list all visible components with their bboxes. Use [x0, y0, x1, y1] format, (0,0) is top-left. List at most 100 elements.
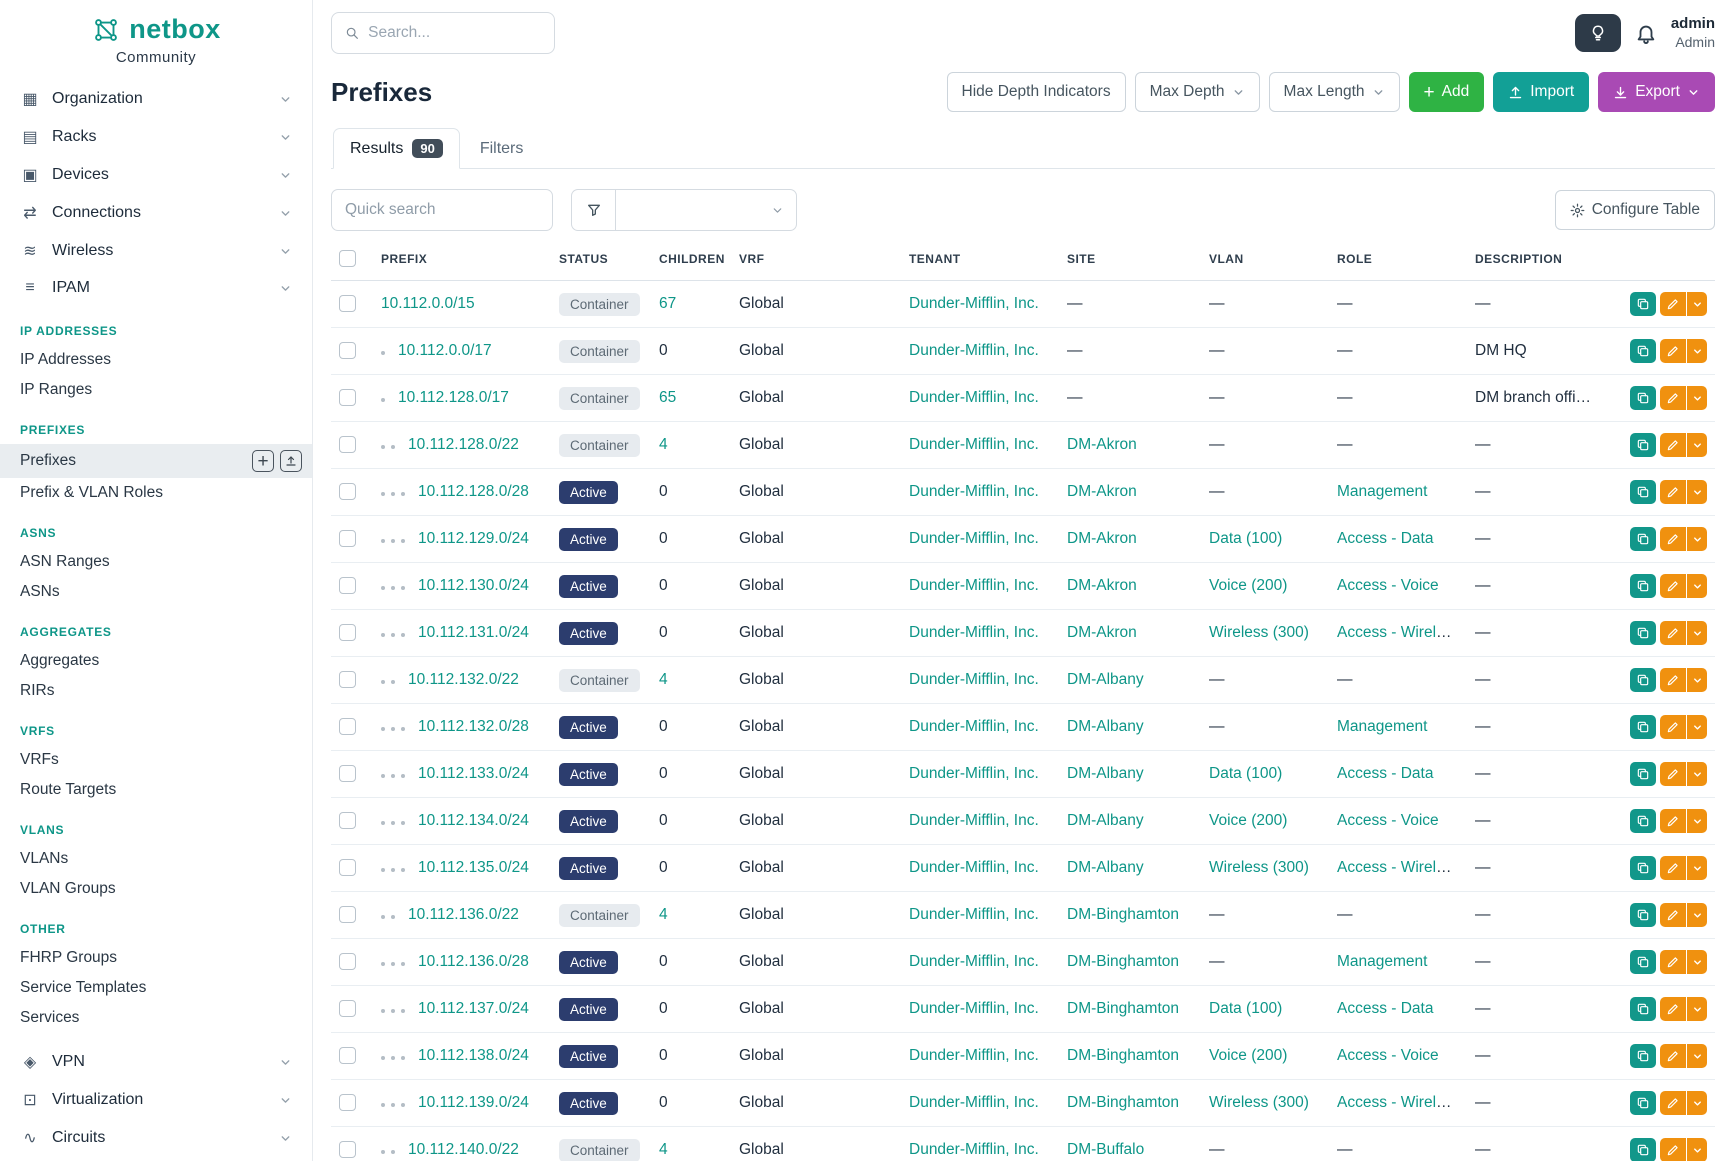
row-actions-dropdown[interactable] — [1687, 480, 1707, 504]
role-link[interactable]: Access - Wireless — [1337, 859, 1460, 876]
vlan-link[interactable]: Wireless (300) — [1209, 859, 1309, 876]
max-depth-dropdown[interactable]: Max Depth — [1135, 72, 1260, 112]
tenant-link[interactable]: Dunder-Mifflin, Inc. — [909, 577, 1039, 594]
select-all-checkbox[interactable] — [339, 250, 356, 267]
edit-button[interactable] — [1660, 527, 1686, 551]
sidebar-item-vlans[interactable]: VLANs + — [0, 844, 312, 874]
site-link[interactable]: DM-Albany — [1067, 859, 1144, 876]
prefix-link[interactable]: 10.112.133.0/24 — [418, 765, 529, 782]
sidebar-group-circuits[interactable]: ∿ Circuits — [0, 1119, 312, 1157]
row-checkbox[interactable] — [339, 718, 356, 735]
vlan-link[interactable]: Data (100) — [1209, 765, 1282, 782]
tenant-link[interactable]: Dunder-Mifflin, Inc. — [909, 1000, 1039, 1017]
copy-button[interactable] — [1630, 1091, 1656, 1115]
brand-logo[interactable]: netbox Community — [0, 14, 312, 66]
copy-button[interactable] — [1630, 292, 1656, 316]
sidebar-group-ipam[interactable]: ≡ IPAM — [0, 270, 312, 306]
sidebar-group-virtualization[interactable]: ⊡ Virtualization — [0, 1081, 312, 1119]
copy-button[interactable] — [1630, 527, 1656, 551]
role-link[interactable]: Access - Voice — [1337, 812, 1439, 829]
row-actions-dropdown[interactable] — [1687, 1138, 1707, 1161]
row-checkbox[interactable] — [339, 1094, 356, 1111]
site-link[interactable]: DM-Akron — [1067, 483, 1137, 500]
tenant-link[interactable]: Dunder-Mifflin, Inc. — [909, 342, 1039, 359]
prefix-link[interactable]: 10.112.0.0/17 — [398, 342, 492, 359]
role-link[interactable]: Access - Voice — [1337, 577, 1439, 594]
add-button[interactable]: + Add — [1409, 72, 1485, 112]
user-menu[interactable]: admin Admin — [1671, 15, 1715, 51]
vlan-link[interactable]: Wireless (300) — [1209, 1094, 1309, 1111]
prefix-link[interactable]: 10.112.128.0/17 — [398, 389, 509, 406]
row-checkbox[interactable] — [339, 765, 356, 782]
row-actions-dropdown[interactable] — [1687, 997, 1707, 1021]
copy-button[interactable] — [1630, 1044, 1656, 1068]
vlan-link[interactable]: Data (100) — [1209, 530, 1282, 547]
row-checkbox[interactable] — [339, 483, 356, 500]
tenant-link[interactable]: Dunder-Mifflin, Inc. — [909, 1141, 1039, 1158]
copy-button[interactable] — [1630, 715, 1656, 739]
sidebar-item-prefixes[interactable]: Prefixes + — [0, 444, 312, 478]
site-link[interactable]: DM-Binghamton — [1067, 1000, 1179, 1017]
sidebar-item-aggregates[interactable]: Aggregates + — [0, 646, 312, 676]
prefix-link[interactable]: 10.112.136.0/22 — [408, 906, 519, 923]
row-checkbox[interactable] — [339, 1000, 356, 1017]
edit-button[interactable] — [1660, 809, 1686, 833]
tenant-link[interactable]: Dunder-Mifflin, Inc. — [909, 718, 1039, 735]
edit-button[interactable] — [1660, 386, 1686, 410]
copy-button[interactable] — [1630, 903, 1656, 927]
row-actions-dropdown[interactable] — [1687, 668, 1707, 692]
row-checkbox[interactable] — [339, 530, 356, 547]
copy-button[interactable] — [1630, 997, 1656, 1021]
hide-depth-indicators-button[interactable]: Hide Depth Indicators — [947, 72, 1126, 112]
sidebar-item-ip-ranges[interactable]: IP Ranges + — [0, 375, 312, 405]
site-link[interactable]: DM-Albany — [1067, 812, 1144, 829]
export-button[interactable]: Export — [1598, 72, 1715, 112]
row-actions-dropdown[interactable] — [1687, 950, 1707, 974]
prefix-link[interactable]: 10.112.135.0/24 — [418, 859, 529, 876]
sidebar-item-fhrp-groups[interactable]: FHRP Groups + — [0, 943, 312, 973]
tenant-link[interactable]: Dunder-Mifflin, Inc. — [909, 859, 1039, 876]
row-actions-dropdown[interactable] — [1687, 621, 1707, 645]
vlan-link[interactable]: Data (100) — [1209, 1000, 1282, 1017]
row-checkbox[interactable] — [339, 624, 356, 641]
site-link[interactable]: DM-Akron — [1067, 530, 1137, 547]
row-actions-dropdown[interactable] — [1687, 433, 1707, 457]
copy-button[interactable] — [1630, 480, 1656, 504]
vlan-link[interactable]: Voice (200) — [1209, 812, 1287, 829]
sidebar-item-vlan-groups[interactable]: VLAN Groups + — [0, 874, 312, 904]
row-checkbox[interactable] — [339, 1141, 356, 1158]
role-link[interactable]: Access - Voice — [1337, 1047, 1439, 1064]
row-checkbox[interactable] — [339, 859, 356, 876]
row-actions-dropdown[interactable] — [1687, 809, 1707, 833]
quick-add-button[interactable]: + — [252, 450, 274, 472]
edit-button[interactable] — [1660, 433, 1686, 457]
copy-button[interactable] — [1630, 339, 1656, 363]
site-link[interactable]: DM-Albany — [1067, 718, 1144, 735]
edit-button[interactable] — [1660, 621, 1686, 645]
row-actions-dropdown[interactable] — [1687, 903, 1707, 927]
row-checkbox[interactable] — [339, 295, 356, 312]
prefix-link[interactable]: 10.112.129.0/24 — [418, 530, 529, 547]
sidebar-group-vpn[interactable]: ◈ VPN — [0, 1043, 312, 1081]
row-actions-dropdown[interactable] — [1687, 574, 1707, 598]
sidebar-item-services[interactable]: Services + — [0, 1003, 312, 1033]
saved-filter-select[interactable] — [615, 189, 797, 231]
vlan-link[interactable]: Voice (200) — [1209, 1047, 1287, 1064]
site-link[interactable]: DM-Albany — [1067, 671, 1144, 688]
import-button[interactable]: Import — [1493, 72, 1589, 112]
prefix-link[interactable]: 10.112.0.0/15 — [381, 295, 475, 312]
site-link[interactable]: DM-Akron — [1067, 436, 1137, 453]
tenant-link[interactable]: Dunder-Mifflin, Inc. — [909, 436, 1039, 453]
row-checkbox[interactable] — [339, 1047, 356, 1064]
sidebar-group-devices[interactable]: ▣ Devices — [0, 156, 312, 194]
copy-button[interactable] — [1630, 433, 1656, 457]
tenant-link[interactable]: Dunder-Mifflin, Inc. — [909, 624, 1039, 641]
site-link[interactable]: DM-Binghamton — [1067, 1047, 1179, 1064]
row-actions-dropdown[interactable] — [1687, 1091, 1707, 1115]
max-length-dropdown[interactable]: Max Length — [1269, 72, 1400, 112]
copy-button[interactable] — [1630, 856, 1656, 880]
site-link[interactable]: DM-Buffalo — [1067, 1141, 1144, 1158]
prefix-link[interactable]: 10.112.130.0/24 — [418, 577, 529, 594]
row-checkbox[interactable] — [339, 812, 356, 829]
sidebar-item-rirs[interactable]: RIRs + — [0, 676, 312, 706]
